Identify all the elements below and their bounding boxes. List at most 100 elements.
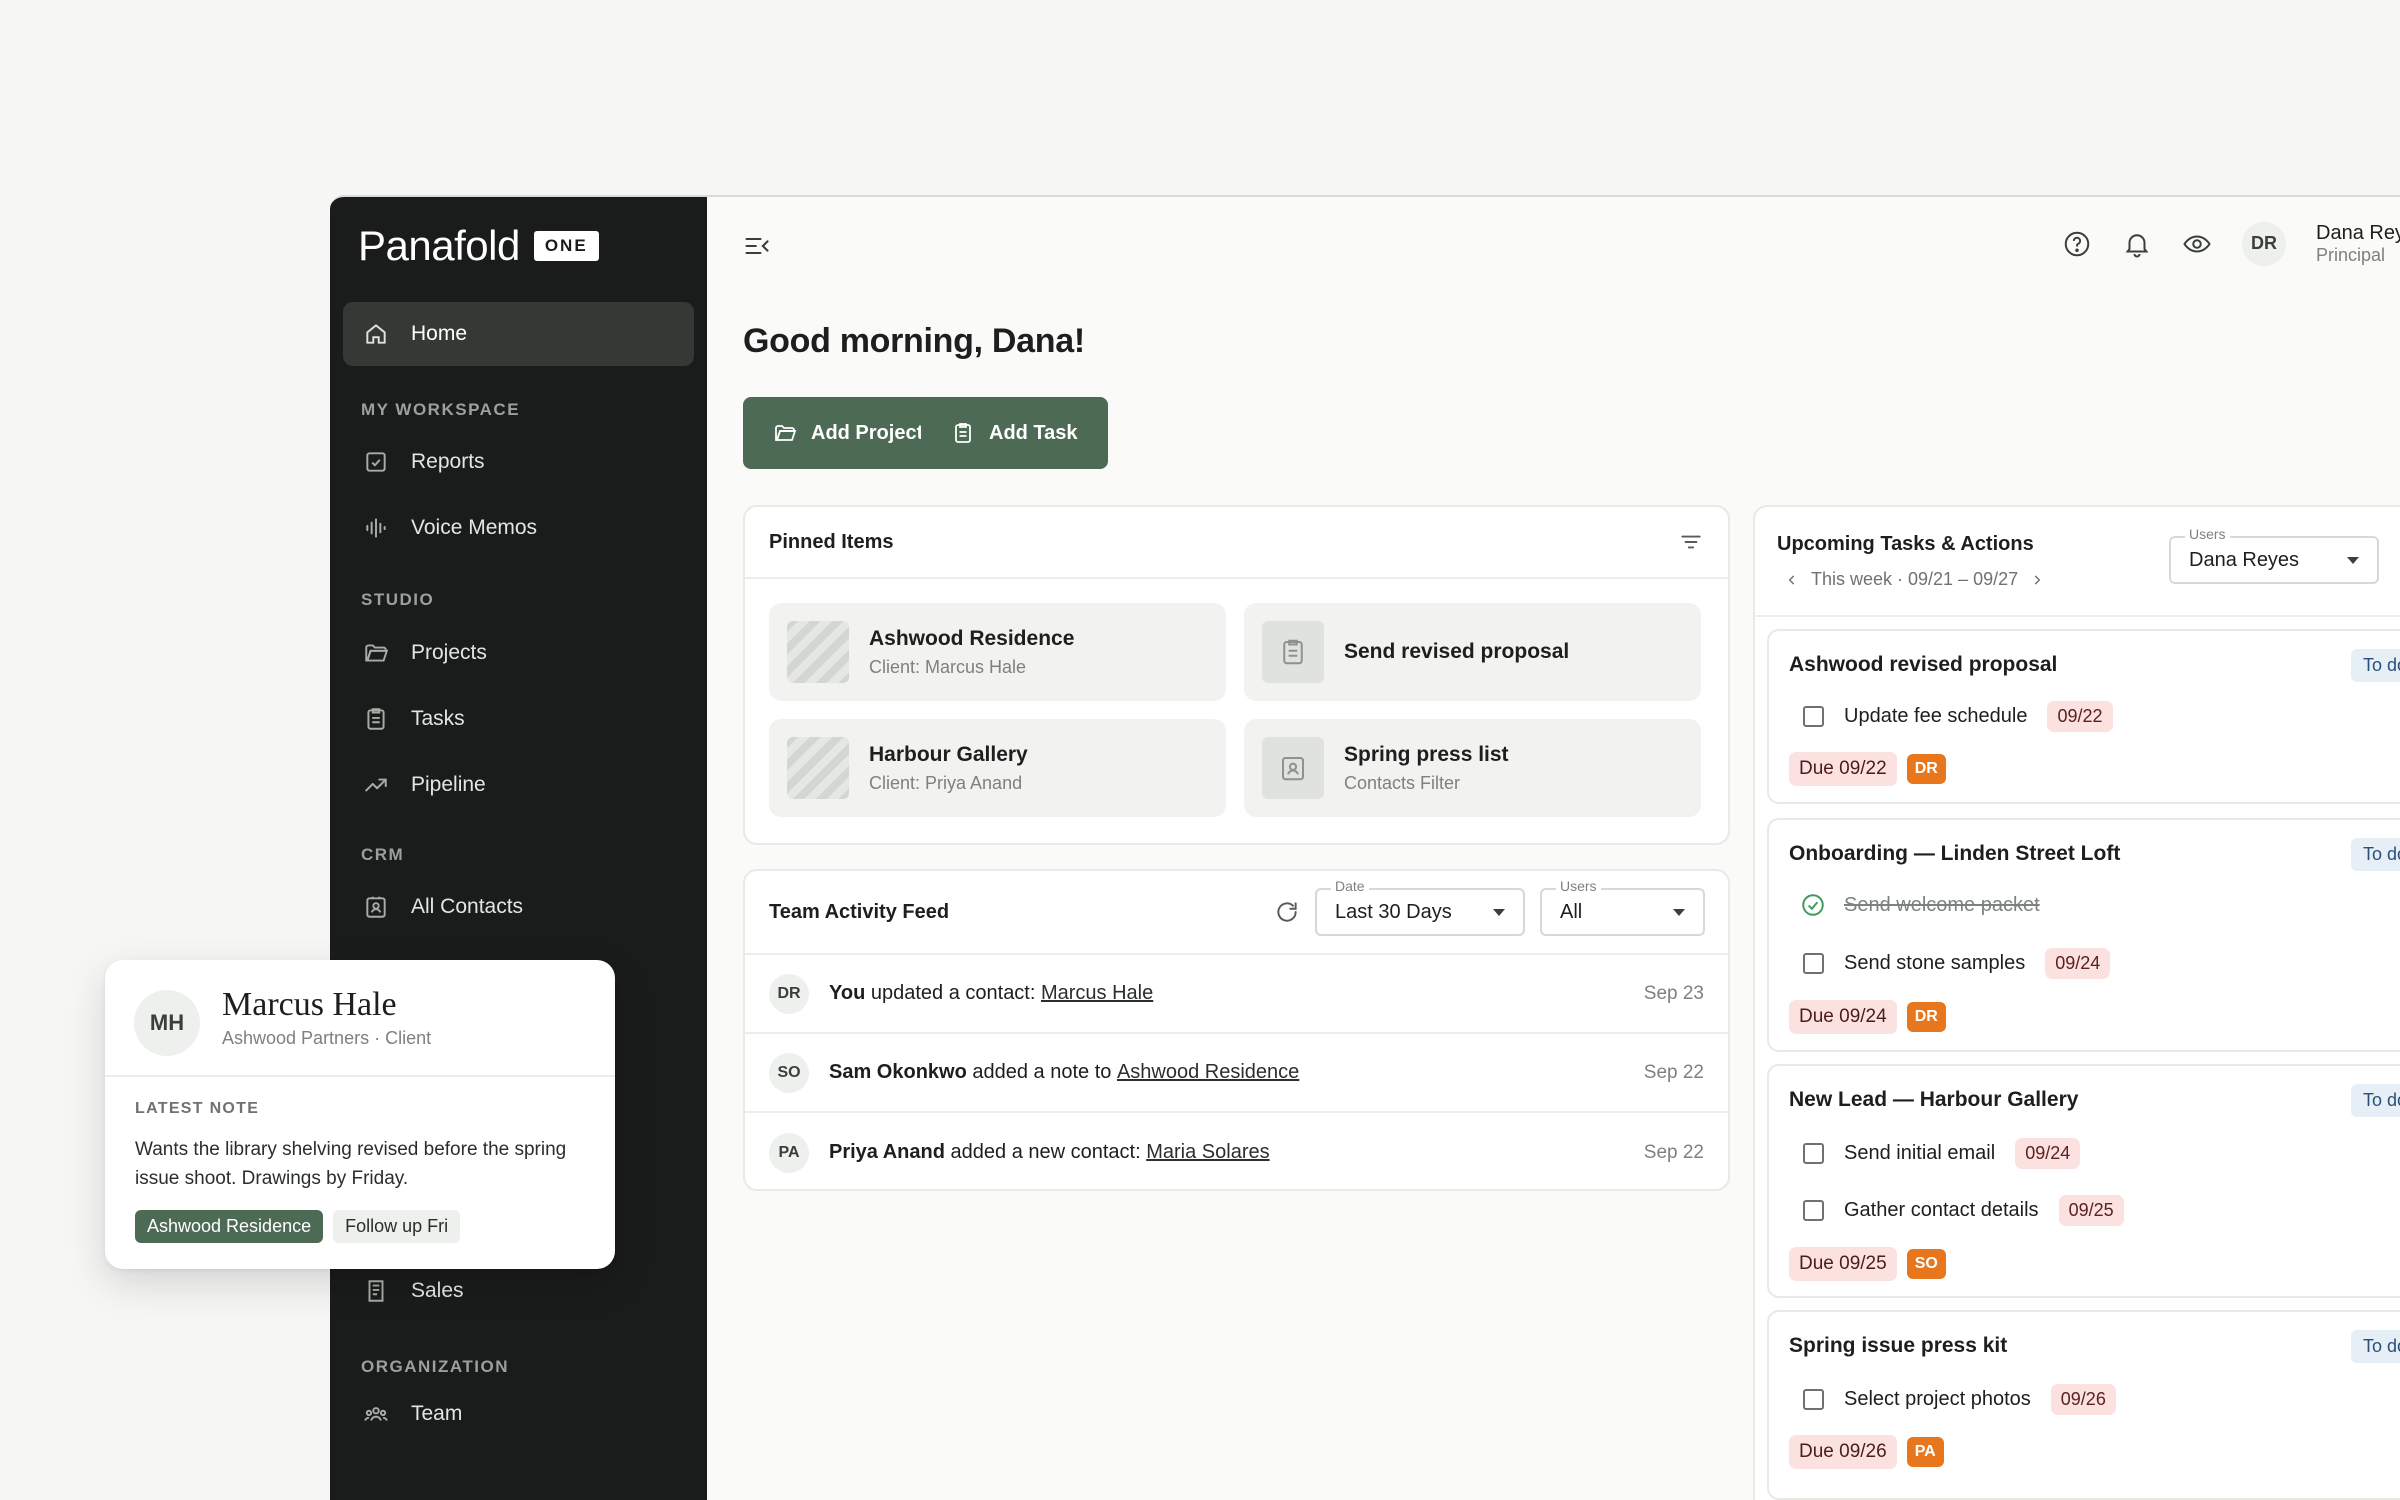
trend-up-icon [365,778,387,792]
sidebar-item-voice-memos[interactable]: Voice Memos [343,496,694,560]
upcoming-users-select[interactable]: Users Dana Reyes [2169,526,2379,584]
pinned-item[interactable]: Harbour Gallery Client: Priya Anand [769,719,1226,817]
status-badge[interactable]: To do [2351,1330,2400,1363]
sidebar-item-all-contacts[interactable]: All Contacts [343,875,694,939]
owner-badge: SO [1906,1249,1946,1279]
app-window: Panafold ONE Home MY WORKSPACE Reports V… [330,195,2400,1500]
brand-badge: ONE [533,231,599,261]
contact-tags: Ashwood Residence Follow up Fri [135,1210,461,1243]
avatar[interactable]: DR [769,973,809,1014]
users-filter-select[interactable]: Users All [1540,878,1705,936]
pinned-item[interactable]: Ashwood Residence Client: Marcus Hale [769,603,1226,701]
avatar[interactable]: SO [769,1052,809,1093]
sidebar: Panafold ONE Home MY WORKSPACE Reports V… [330,197,707,1500]
select-label: Date [1331,878,1369,894]
task-group-card[interactable]: Ashwood revised proposal To do Update fe… [1767,629,2400,804]
activity-target-link[interactable]: Marcus Hale [1041,982,1153,1005]
sidebar-item-projects[interactable]: Projects [343,621,694,685]
status-badge[interactable]: To do [2351,1084,2400,1117]
task-group-card[interactable]: New Lead — Harbour Gallery To do Send in… [1767,1064,2400,1298]
chevron-left-icon[interactable] [1785,573,1799,587]
chevron-right-icon[interactable] [2030,573,2044,587]
status-badge[interactable]: To do [2351,649,2400,682]
task-checkbox[interactable] [1803,953,1824,974]
sidebar-item-home[interactable]: Home [343,302,694,366]
due-date-badge: Due 09/26 [1789,1435,1897,1469]
user-info[interactable]: Dana Reyes Principal [2316,221,2400,267]
caret-down-icon [1673,909,1685,916]
contacts-icon [366,896,386,918]
sidebar-item-label: All Contacts [411,895,524,918]
select-label: Users [2185,526,2230,542]
help-icon[interactable] [2062,229,2092,259]
task-group-title: Ashwood revised proposal [1789,653,2058,676]
clipboard-icon [955,423,971,443]
task-row: Gather contact details 09/25 [1803,1195,2124,1226]
sidebar-item-label: Projects [411,641,487,664]
contact-name: Marcus Hale [222,986,397,1023]
task-group-card[interactable]: Onboarding — Linden Street Loft To do Se… [1767,818,2400,1052]
task-date-chip: 09/25 [2058,1195,2124,1226]
pinned-title: Pinned Items [769,530,894,553]
user-name: Dana Reyes [2316,222,2400,244]
activity-actor: Priya Anand [829,1141,945,1163]
owner-badge: DR [1906,1002,1946,1032]
topbar-actions: DR Dana Reyes Principal [2062,221,2400,267]
brand-logo[interactable]: Panafold ONE [358,222,599,270]
receipt-icon [368,1280,384,1302]
team-icon [364,1407,388,1421]
week-navigator: This week · 09/21 – 09/27 [1785,569,2044,590]
main-content: DR Dana Reyes Principal Good morning, Da… [707,197,2400,1500]
folder-icon [365,644,389,662]
sort-filter-icon[interactable] [1678,529,1704,555]
latest-note-label: LATEST NOTE [135,1100,260,1117]
due-row: Due 09/26 PA [1789,1435,1944,1469]
add-task-button[interactable]: Add Task [921,397,1108,469]
activity-action: added a note to [966,1061,1117,1083]
task-checkbox[interactable] [1803,1200,1824,1221]
pinned-item-subtitle: Client: Marcus Hale [869,656,1027,677]
follow-up-tag[interactable]: Follow up Fri [333,1210,461,1243]
refresh-icon[interactable] [1274,899,1300,925]
contact-subtitle: Ashwood Partners · Client [222,1028,432,1048]
project-thumbnail [787,621,849,683]
upcoming-header: Upcoming Tasks & Actions This week · 09/… [1755,507,2400,617]
select-value: Dana Reyes [2189,548,2300,571]
task-checkbox[interactable] [1803,706,1824,727]
eye-icon[interactable] [2182,229,2212,259]
task-group-card[interactable]: Spring issue press kit To do Select proj… [1767,1310,2400,1500]
task-checkbox[interactable] [1803,1143,1824,1164]
activity-target-link[interactable]: Maria Solares [1146,1141,1269,1164]
section-label-crm: CRM [361,845,405,864]
pinned-items-card: Pinned Items Ashwood Residence Client: M… [743,505,1730,845]
user-avatar[interactable]: DR [2242,221,2286,266]
contact-hover-card[interactable]: MH Marcus Hale Ashwood Partners · Client… [105,960,615,1269]
add-task-label: Add Task [989,421,1078,444]
check-circle-icon[interactable] [1800,892,1826,918]
date-filter-select[interactable]: Date Last 30 Days [1315,878,1525,936]
sidebar-item-team[interactable]: Team [343,1382,694,1446]
project-tag[interactable]: Ashwood Residence [135,1210,324,1243]
sidebar-item-tasks[interactable]: Tasks [343,687,694,751]
pinned-header: Pinned Items [745,507,1728,579]
bell-icon[interactable] [2122,229,2152,259]
week-range: This week · 09/21 – 09/27 [1811,569,2019,589]
divider [105,1075,615,1077]
owner-badge: DR [1906,754,1946,784]
sidebar-item-pipeline[interactable]: Pipeline [343,753,694,817]
task-label: Send initial email [1844,1142,1996,1164]
pinned-item[interactable]: Send revised proposal [1244,603,1701,701]
sidebar-item-reports[interactable]: Reports [343,430,694,494]
page-greeting: Good morning, Dana! [743,322,1085,360]
activity-target-link[interactable]: Ashwood Residence [1117,1061,1299,1084]
pinned-item[interactable]: Spring press list Contacts Filter [1244,719,1701,817]
status-badge[interactable]: To do [2351,838,2400,871]
collapse-sidebar-icon[interactable] [743,232,771,260]
avatar[interactable]: PA [769,1132,809,1173]
project-thumbnail [787,737,849,799]
task-group-title: New Lead — Harbour Gallery [1789,1088,2079,1111]
task-checkbox[interactable] [1803,1389,1824,1410]
home-icon [366,324,386,344]
task-label: Update fee schedule [1844,705,2028,727]
select-value: Last 30 Days [1335,900,1452,923]
